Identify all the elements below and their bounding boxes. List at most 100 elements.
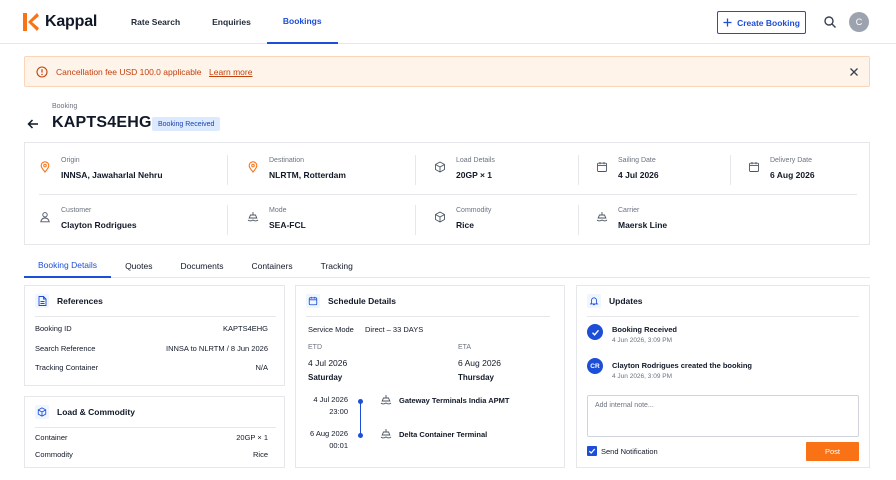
nav-enquiries[interactable]: Enquiries xyxy=(196,0,267,44)
timeline-connector xyxy=(360,402,361,436)
update-time: 4 Jun 2026, 3:09 PM xyxy=(612,337,672,344)
search-icon[interactable] xyxy=(823,15,837,29)
summary-load-details: Load Details 20GP × 1 xyxy=(434,157,584,197)
delivery-date-value: 6 Aug 2026 xyxy=(770,170,815,180)
summary-mode: Mode SEA-FCL xyxy=(247,207,427,247)
update-time: 4 Jun 2026, 3:09 PM xyxy=(612,373,672,380)
tab-documents[interactable]: Documents xyxy=(166,254,237,278)
load-label: Container xyxy=(35,433,68,442)
summary-customer: Customer Clayton Rodrigues xyxy=(39,207,229,247)
summary-delivery-date: Delivery Date 6 Aug 2026 xyxy=(748,157,858,197)
divider xyxy=(227,155,228,185)
timeline-dot xyxy=(358,433,363,438)
tab-booking-details[interactable]: Booking Details xyxy=(24,254,112,278)
ship-icon xyxy=(596,212,608,222)
commodity-value: Rice xyxy=(456,220,474,230)
load-commodity-card: Load & Commodity Container 20GP × 1 Comm… xyxy=(24,396,285,468)
load-value: 20GP × 1 xyxy=(236,433,268,442)
check-icon xyxy=(587,324,603,340)
departure-time: 4 Jul 2026 23:00 xyxy=(296,394,348,418)
etd-label: ETD xyxy=(308,344,322,351)
eta-day: Thursday xyxy=(458,373,495,382)
divider xyxy=(578,205,579,235)
eta-date: 6 Aug 2026 xyxy=(458,358,502,368)
send-notification-toggle[interactable]: Send Notification xyxy=(587,446,658,456)
nav-rate-search[interactable]: Rate Search xyxy=(115,0,196,44)
eta-label: ETA xyxy=(458,344,472,351)
app-logo[interactable]: Kappal xyxy=(23,12,97,32)
load-details-label: Load Details xyxy=(456,157,495,164)
internal-note-input[interactable] xyxy=(587,395,859,437)
timeline-dot xyxy=(358,399,363,404)
cancellation-banner: Cancellation fee USD 100.0 applicable Le… xyxy=(24,56,870,87)
booking-summary-card: Origin INNSA, Jawaharlal Nehru Destinati… xyxy=(24,142,870,245)
main-nav: Rate Search Enquiries Bookings xyxy=(115,0,338,44)
calendar-icon xyxy=(749,162,759,172)
package-icon xyxy=(35,405,49,419)
divider xyxy=(578,155,579,185)
send-notification-label: Send Notification xyxy=(601,446,658,456)
origin-label: Origin xyxy=(61,157,80,164)
sailing-date-value: 4 Jul 2026 xyxy=(618,170,659,180)
arrival-time-text: 00:01 xyxy=(329,441,348,450)
tab-containers[interactable]: Containers xyxy=(237,254,306,278)
calendar-icon xyxy=(597,162,607,172)
service-mode-label: Service Mode xyxy=(308,325,354,334)
package-icon xyxy=(435,161,445,173)
commodity-label: Commodity xyxy=(456,207,492,214)
post-button[interactable]: Post xyxy=(806,442,859,461)
tab-tracking[interactable]: Tracking xyxy=(307,254,367,278)
load-row: Commodity Rice xyxy=(35,450,268,462)
ship-icon xyxy=(247,212,259,222)
mode-label: Mode xyxy=(269,207,287,214)
summary-origin: Origin INNSA, Jawaharlal Nehru xyxy=(39,157,229,197)
customer-value: Clayton Rodrigues xyxy=(61,220,137,230)
carrier-label: Carrier xyxy=(618,207,640,214)
kappal-logo-icon xyxy=(23,13,39,31)
references-card: References Booking ID KAPTS4EHG Search R… xyxy=(24,285,285,386)
user-avatar[interactable]: C xyxy=(849,12,869,32)
references-header: References xyxy=(35,286,103,316)
updates-title: Updates xyxy=(609,296,643,306)
card-divider xyxy=(35,316,276,317)
bell-icon xyxy=(587,294,601,308)
load-commodity-header: Load & Commodity xyxy=(35,397,135,427)
card-divider xyxy=(587,316,859,317)
summary-carrier: Carrier Maersk Line xyxy=(596,207,736,247)
port-crane-icon xyxy=(380,429,392,439)
references-title: References xyxy=(57,296,103,306)
detail-tabs: Booking Details Quotes Documents Contain… xyxy=(24,254,870,278)
destination-label: Destination xyxy=(269,157,305,164)
reference-row: Tracking Container N/A xyxy=(35,363,268,375)
info-icon xyxy=(36,66,48,78)
back-arrow-icon[interactable] xyxy=(26,117,40,131)
reference-label: Tracking Container xyxy=(35,363,99,372)
app-name: Kappal xyxy=(45,13,98,30)
mode-value: SEA-FCL xyxy=(269,220,306,230)
plus-icon xyxy=(723,18,732,27)
package-icon xyxy=(435,211,445,223)
nav-bookings[interactable]: Bookings xyxy=(266,0,338,44)
customer-label: Customer xyxy=(61,207,92,214)
tab-quotes[interactable]: Quotes xyxy=(111,254,166,278)
update-title: Clayton Rodrigues created the booking xyxy=(612,361,753,370)
divider xyxy=(227,205,228,235)
service-mode-value: Direct – 33 DAYS xyxy=(365,325,424,334)
arrival-place: Delta Container Terminal xyxy=(399,430,488,439)
update-title: Booking Received xyxy=(612,325,678,334)
checkbox-checked-icon[interactable] xyxy=(587,446,597,456)
create-booking-label: Create Booking xyxy=(737,17,800,28)
departure-date-text: 4 Jul 2026 xyxy=(313,395,348,404)
summary-sailing-date: Sailing Date 4 Jul 2026 xyxy=(596,157,736,197)
etd-day: Saturday xyxy=(308,373,343,382)
learn-more-link[interactable]: Learn more xyxy=(209,67,252,77)
location-pin-icon xyxy=(248,161,258,173)
close-icon[interactable] xyxy=(848,66,860,78)
load-label: Commodity xyxy=(35,450,73,459)
divider xyxy=(730,155,731,185)
carrier-value: Maersk Line xyxy=(618,220,668,230)
create-booking-button[interactable]: Create Booking xyxy=(717,11,806,34)
updates-header: Updates xyxy=(587,286,643,316)
departure-time-text: 23:00 xyxy=(329,407,348,416)
divider xyxy=(415,155,416,185)
